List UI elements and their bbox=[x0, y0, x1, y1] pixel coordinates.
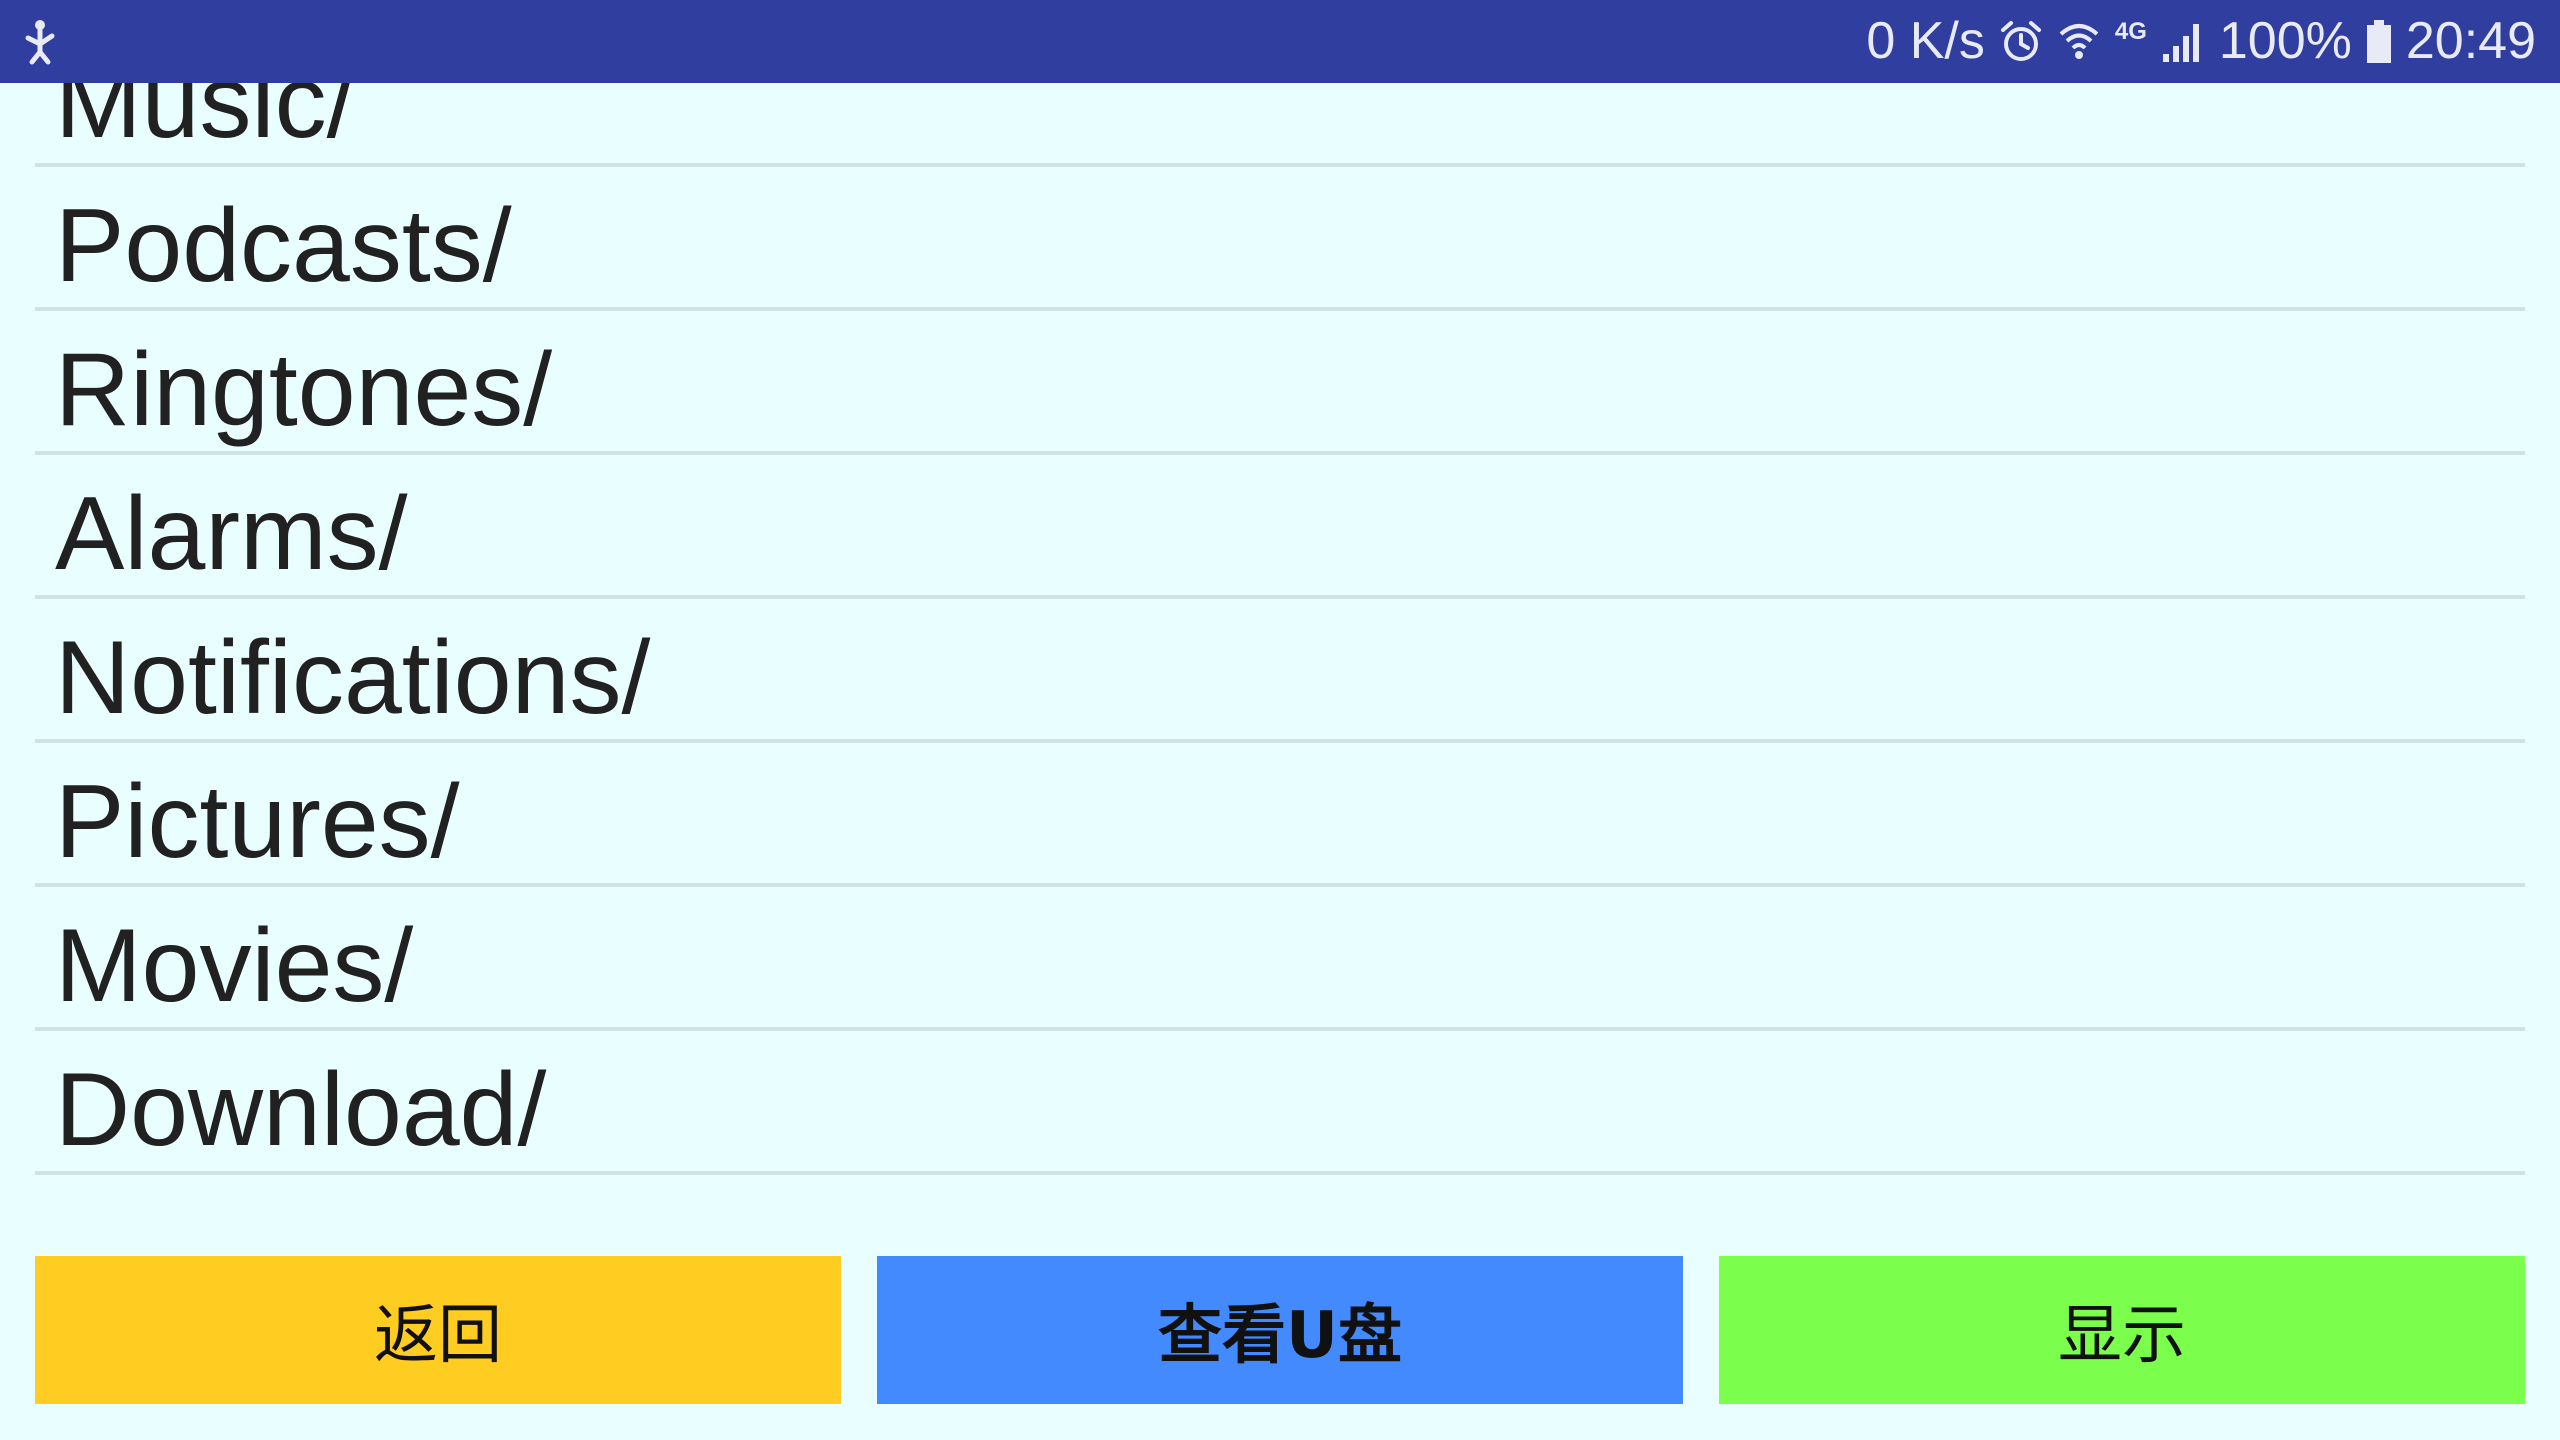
file-list[interactable]: Music/ Podcasts/ Ringtones/ Alarms/ Noti… bbox=[35, 83, 2525, 1195]
list-item[interactable]: Pictures/ bbox=[35, 743, 2525, 887]
list-item[interactable]: Movies/ bbox=[35, 887, 2525, 1031]
clock: 20:49 bbox=[2405, 12, 2536, 70]
list-item-label: Podcasts/ bbox=[55, 188, 512, 304]
list-item[interactable]: Podcasts/ bbox=[35, 167, 2525, 311]
net-speed: 0 K/s bbox=[1866, 12, 1985, 70]
battery-icon bbox=[2366, 19, 2392, 64]
back-button[interactable]: 返回 bbox=[35, 1256, 841, 1404]
list-item-label: Music/ bbox=[55, 83, 356, 160]
signal-icon bbox=[2161, 20, 2205, 64]
list-item-label: Ringtones/ bbox=[55, 332, 553, 448]
file-list-content: Music/ Podcasts/ Ringtones/ Alarms/ Noti… bbox=[35, 83, 2525, 1175]
list-item-label: Download/ bbox=[55, 1052, 547, 1168]
list-item[interactable]: Ringtones/ bbox=[35, 311, 2525, 455]
alarm-icon bbox=[1999, 20, 2043, 64]
list-item-label: Movies/ bbox=[55, 908, 414, 1024]
list-item-label: Pictures/ bbox=[55, 764, 460, 880]
wifi-icon bbox=[2057, 20, 2101, 64]
status-bar: 0 K/s 4G 100% 20:49 bbox=[0, 0, 2560, 83]
list-item[interactable]: Download/ bbox=[35, 1031, 2525, 1175]
list-item-label: Notifications/ bbox=[55, 620, 651, 736]
battery-percent: 100% bbox=[2218, 12, 2352, 70]
network-type: 4G bbox=[2114, 18, 2147, 45]
list-item-label: Alarms/ bbox=[55, 476, 408, 592]
list-item[interactable]: Notifications/ bbox=[35, 599, 2525, 743]
list-item[interactable]: Alarms/ bbox=[35, 455, 2525, 599]
usb-debug-icon bbox=[20, 18, 64, 66]
status-indicators: 0 K/s 4G 100% 20:49 bbox=[1866, 0, 2536, 83]
show-button[interactable]: 显示 bbox=[1719, 1256, 2525, 1404]
view-usb-button[interactable]: 查看U盘 bbox=[877, 1256, 1683, 1404]
list-item[interactable]: Music/ bbox=[35, 83, 2525, 167]
